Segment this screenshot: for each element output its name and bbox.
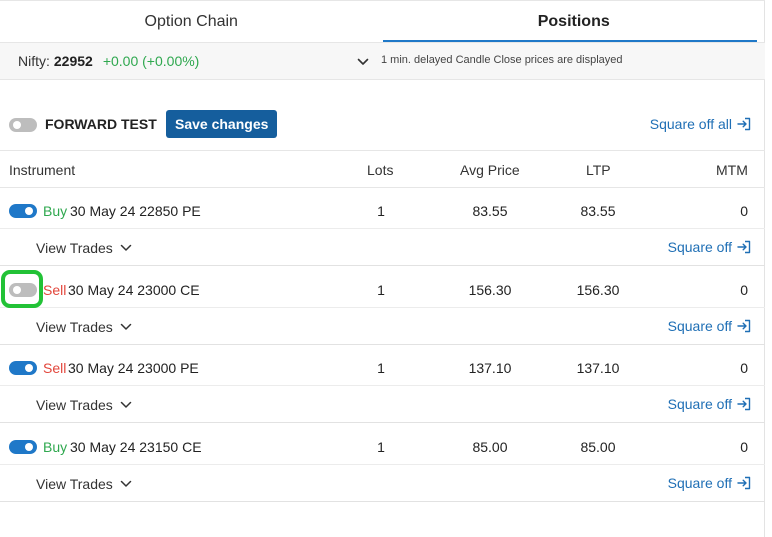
avg-price-value: 85.00 (472, 439, 508, 455)
view-trades-label: View Trades (36, 397, 113, 413)
chevron-down-icon (120, 401, 132, 408)
mtm-value: 0 (740, 282, 748, 298)
chevron-down-icon (120, 244, 132, 251)
position-row: Sell 30 May 24 23000 PE 1 137.10 137.10 … (0, 347, 765, 387)
ltp-value: 137.10 (576, 360, 620, 376)
exit-icon (737, 319, 751, 333)
square-off-all-button[interactable]: Square off all (650, 116, 751, 132)
view-trades-button[interactable]: View Trades (36, 476, 132, 492)
lots-value: 1 (377, 203, 385, 219)
square-off-button[interactable]: Square off (668, 239, 751, 255)
square-off-label: Square off (667, 318, 732, 334)
lots-value: 1 (377, 360, 385, 376)
lots-value: 1 (377, 439, 385, 455)
position-row: Buy 30 May 24 23150 CE 1 85.00 85.00 0 (0, 426, 765, 466)
exit-icon (737, 476, 751, 490)
highlight-outline (1, 270, 43, 308)
instrument-name: 30 May 24 23150 CE (70, 439, 202, 455)
mtm-value: 0 (740, 360, 748, 376)
column-ltp: LTP (586, 162, 611, 178)
view-trades-label: View Trades (36, 240, 113, 256)
chevron-down-icon (120, 323, 132, 330)
mtm-value: 0 (740, 439, 748, 455)
forward-test-label: FORWARD TEST (45, 116, 157, 132)
square-off-button[interactable]: Square off (668, 475, 751, 491)
ltp-value: 83.55 (580, 203, 616, 219)
tab-bar: Option Chain Positions (0, 0, 765, 42)
view-trades-button[interactable]: View Trades (36, 240, 132, 256)
position-actions: View Trades Square off (0, 228, 765, 266)
positions-table-header: Instrument Lots Avg Price LTP MTM (0, 150, 765, 188)
toggle-knob (25, 207, 33, 215)
mtm-value: 0 (740, 203, 748, 219)
lots-value: 1 (377, 282, 385, 298)
view-trades-button[interactable]: View Trades (36, 319, 132, 335)
instrument-name: 30 May 24 23000 PE (68, 360, 199, 376)
side-badge: Sell (43, 282, 67, 298)
square-off-label: Square off (667, 396, 732, 412)
positions-panel: Option Chain Positions Nifty: 22952 +0.0… (0, 0, 765, 537)
position-row: Sell 30 May 24 23000 CE 1 156.30 156.30 … (0, 269, 765, 309)
position-actions: View Trades Square off (0, 464, 765, 502)
position-toggle[interactable] (9, 204, 37, 218)
column-avg-price: Avg Price (460, 162, 520, 178)
avg-price-value: 156.30 (468, 282, 512, 298)
ltp-value: 85.00 (580, 439, 616, 455)
ltp-value: 156.30 (576, 282, 620, 298)
side-badge: Sell (43, 360, 67, 376)
market-info-bar: Nifty: 22952 +0.00 (+0.00%) 1 min. delay… (0, 42, 765, 80)
position-toggle[interactable] (9, 361, 37, 375)
avg-price-value: 137.10 (468, 360, 512, 376)
square-off-button[interactable]: Square off (668, 396, 751, 412)
toggle-knob (25, 443, 33, 451)
tab-positions-label: Positions (537, 12, 610, 30)
view-trades-label: View Trades (36, 476, 113, 492)
instrument-name: 30 May 24 22850 PE (70, 203, 201, 219)
position-actions: View Trades Square off (0, 385, 765, 423)
exit-icon (737, 240, 751, 254)
nifty-change: +0.00 (+0.00%) (102, 53, 200, 69)
position-actions: View Trades Square off (0, 307, 765, 345)
toggle-knob (25, 364, 33, 372)
forward-test-bar: FORWARD TEST Save changes Square off all (0, 108, 765, 140)
column-lots: Lots (367, 162, 394, 178)
square-off-label: Square off (667, 239, 732, 255)
nifty-value: 22952 (53, 53, 93, 69)
square-off-label: Square off (667, 475, 732, 491)
position-row: Buy 30 May 24 22850 PE 1 83.55 83.55 0 (0, 190, 765, 230)
toggle-knob (13, 121, 21, 129)
side-badge: Buy (43, 439, 68, 455)
column-mtm: MTM (716, 162, 748, 178)
side-badge: Buy (43, 203, 68, 219)
tab-option-chain[interactable]: Option Chain (0, 1, 383, 42)
save-changes-button[interactable]: Save changes (166, 110, 278, 138)
exit-icon (737, 397, 751, 411)
chevron-down-icon[interactable] (356, 55, 370, 69)
tab-option-chain-label: Option Chain (144, 12, 238, 30)
square-off-button[interactable]: Square off (668, 318, 751, 334)
chevron-down-icon (120, 480, 132, 487)
forward-test-toggle[interactable] (9, 118, 37, 132)
position-toggle[interactable] (9, 440, 37, 454)
tab-positions[interactable]: Positions (382, 1, 766, 42)
exit-icon (737, 117, 751, 131)
avg-price-value: 83.55 (472, 203, 508, 219)
instrument-name: 30 May 24 23000 CE (68, 282, 200, 298)
column-instrument: Instrument (9, 162, 76, 178)
nifty-label: Nifty: (18, 53, 50, 69)
view-trades-button[interactable]: View Trades (36, 397, 132, 413)
delay-note: 1 min. delayed Candle Close prices are d… (381, 54, 623, 66)
square-off-all-label: Square off all (649, 116, 732, 132)
view-trades-label: View Trades (36, 319, 113, 335)
